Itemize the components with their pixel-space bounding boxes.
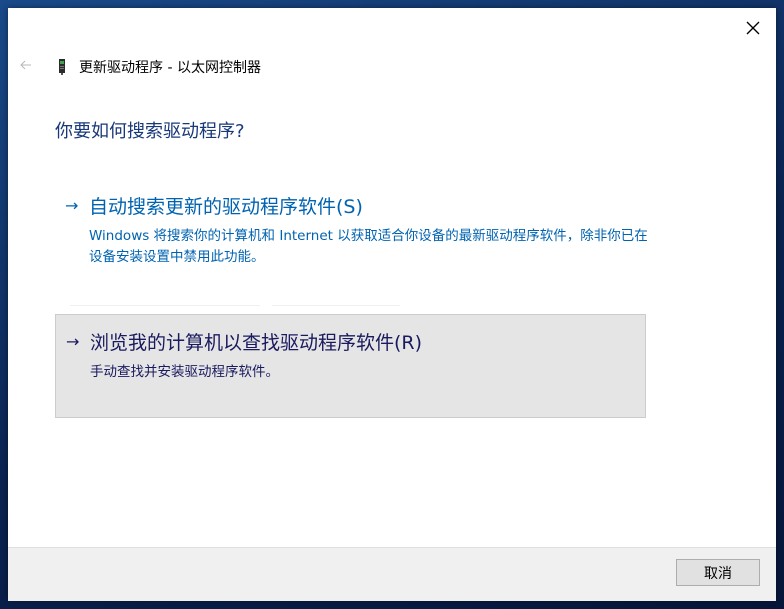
dialog-footer: 取消	[8, 547, 776, 601]
close-icon	[746, 21, 760, 35]
browse-computer-option[interactable]: → 浏览我的计算机以查找驱动程序软件(R) 手动查找并安装驱动程序软件。	[55, 314, 646, 418]
auto-search-option[interactable]: → 自动搜索更新的驱动程序软件(S) Windows 将搜索你的计算机和 Int…	[55, 181, 648, 271]
close-button[interactable]	[730, 8, 776, 48]
arrow-right-icon: →	[65, 196, 79, 215]
option-title: 浏览我的计算机以查找驱动程序软件(R)	[90, 332, 423, 354]
option-description: Windows 将搜索你的计算机和 Internet 以获取适合你设备的最新驱动…	[89, 228, 648, 265]
option-description: 手动查找并安装驱动程序软件。	[90, 364, 279, 380]
update-driver-dialog: 更新驱动程序 - 以太网控制器 你要如何搜索驱动程序? → 自动搜索更新的驱动程…	[8, 8, 776, 601]
network-adapter-icon	[59, 59, 65, 75]
option-title: 自动搜索更新的驱动程序软件(S)	[89, 196, 363, 218]
cancel-button[interactable]: 取消	[676, 559, 760, 586]
page-heading: 你要如何搜索驱动程序?	[55, 121, 245, 142]
arrow-right-icon: →	[66, 332, 80, 351]
back-arrow-icon	[20, 60, 31, 70]
dialog-title: 更新驱动程序 - 以太网控制器	[79, 60, 261, 76]
divider	[272, 305, 400, 306]
back-button[interactable]	[16, 55, 36, 75]
divider	[70, 305, 260, 306]
